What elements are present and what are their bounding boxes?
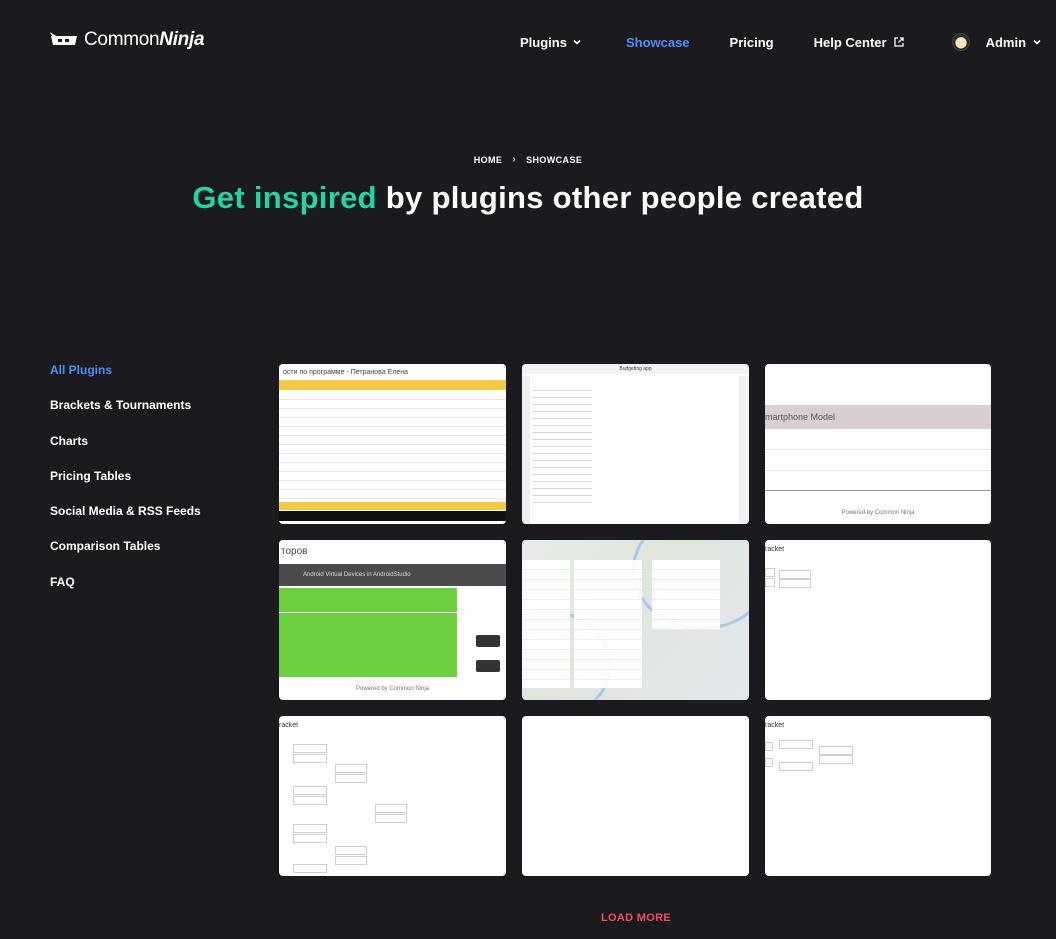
showcase-card[interactable]: racket [765,540,991,700]
sidebar-item-brackets[interactable]: Brackets & Tournaments [50,397,250,432]
sidebar-item-pricing-tables[interactable]: Pricing Tables [50,468,250,503]
nav-plugins-label: Plugins [520,34,567,50]
nav-pricing-label: Pricing [729,34,774,50]
page-title-rest: by plugins other people created [376,180,864,215]
ninja-logo-icon [50,32,77,45]
showcase-card[interactable]: racket [765,716,991,876]
chevron-down-icon [573,39,581,45]
breadcrumb: HOME › SHOWCASE [0,154,1056,165]
nav-pricing[interactable]: Pricing [730,35,774,50]
page-title: Get inspired by plugins other people cre… [0,180,1056,216]
powered-by-label: Powered by Common Ninja [355,686,430,692]
page-title-accent: Get inspired [192,180,377,215]
card-thumbnail-title: Budgeting app [522,364,749,374]
logo[interactable]: CommonNinja [50,29,205,51]
card-thumbnail-title: ости по программе - Петранова Елена [279,364,506,380]
showcase-card[interactable]: Budgeting app [522,364,749,524]
external-link-icon [893,37,904,47]
sidebar-item-faq[interactable]: FAQ [50,574,250,609]
showcase-card[interactable] [522,540,749,700]
chevron-right-icon: › [512,154,517,165]
sidebar-item-social-media[interactable]: Social Media & RSS Feeds [50,503,250,538]
load-more-button[interactable]: LOAD MORE [0,912,1056,924]
top-header: CommonNinja Plugins Showcase Pricing Hel… [0,0,1056,84]
card-thumbnail-title: racket [279,722,299,729]
nav-help-center[interactable]: Help Center [814,35,906,50]
category-sidebar: All Plugins Brackets & Tournaments Chart… [50,362,250,609]
sidebar-item-all-plugins[interactable]: All Plugins [50,362,250,397]
showcase-card[interactable]: ости по программе - Петранова Елена [279,364,506,524]
breadcrumb-current: SHOWCASE [526,154,583,165]
showcase-card[interactable]: martphone Model Powered by Common Ninja [765,364,991,524]
showcase-card[interactable] [522,716,749,876]
breadcrumb-home[interactable]: HOME [474,155,503,165]
nav-plugins[interactable]: Plugins [520,35,582,50]
avatar [951,33,970,51]
nav-admin-menu[interactable]: Admin [951,33,1043,51]
card-thumbnail-label: martphone Model [765,405,991,429]
nav-help-center-label: Help Center [813,34,887,50]
nav-showcase[interactable]: Showcase [626,35,690,50]
card-thumbnail-header: Android Virtual Devices in AndroidStudio [279,564,506,586]
nav-admin-label: Admin [985,34,1027,50]
sidebar-item-comparison-tables[interactable]: Comparison Tables [50,538,250,573]
sidebar-item-charts[interactable]: Charts [50,433,250,468]
card-thumbnail-title: racket [765,722,785,729]
powered-by-label: Powered by Common Ninja [841,510,915,516]
showcase-card[interactable]: racket [279,716,506,876]
showcase-card[interactable]: торов Android Virtual Devices in Android… [279,540,506,700]
card-thumbnail-title: торов [279,540,506,564]
nav-showcase-label: Showcase [625,34,690,50]
logo-wordmark: CommonNinja [84,29,205,50]
main-nav: Plugins Showcase Pricing Help Center Adm… [520,33,1043,51]
showcase-grid: ости по программе - Петранова Елена Budg… [279,364,991,876]
card-thumbnail-title: racket [765,546,785,553]
chevron-down-icon [1033,39,1041,45]
